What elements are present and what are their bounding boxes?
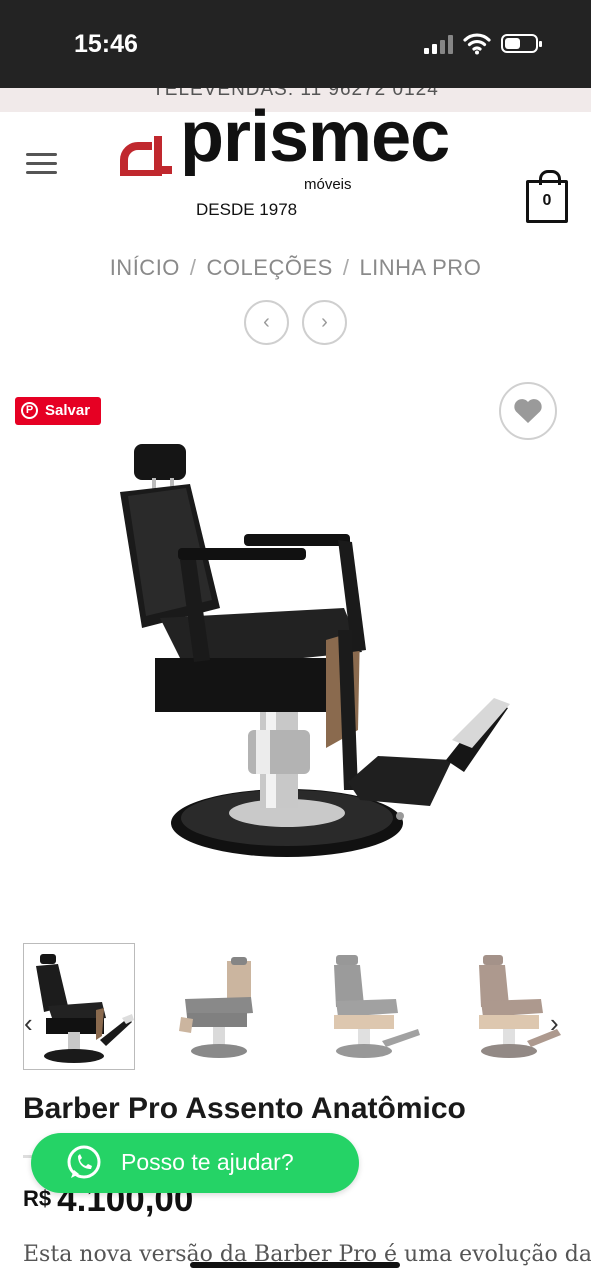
cellular-signal-icon	[424, 34, 454, 54]
cart-count: 0	[542, 192, 552, 209]
logo-since: DESDE 1978	[196, 200, 298, 219]
thumbnail-wood-gray[interactable]	[312, 943, 424, 1070]
chevron-left-icon: ‹	[263, 311, 270, 333]
whatsapp-label: Posso te ajudar?	[121, 1149, 294, 1175]
chevron-right-icon: ›	[321, 311, 328, 333]
breadcrumb-separator: /	[189, 255, 197, 280]
logo-mark-icon	[120, 136, 172, 176]
pinterest-label: Salvar	[45, 402, 91, 419]
logo[interactable]: prismec móveis DESDE 1978	[118, 97, 478, 230]
thumbnail-wood-brown[interactable]	[457, 943, 569, 1070]
breadcrumb: INÍCIO / COLEÇÕES / LINHA PRO	[0, 255, 591, 281]
prev-product-button[interactable]: ‹	[244, 300, 289, 345]
whatsapp-help-button[interactable]: Posso te ajudar?	[31, 1133, 359, 1193]
thumbnail-black[interactable]	[23, 943, 135, 1070]
next-product-button[interactable]: ›	[302, 300, 347, 345]
hamburger-icon[interactable]	[26, 153, 57, 175]
cart-button[interactable]: 0	[526, 170, 568, 223]
thumbnail-carousel: ‹ ›	[0, 940, 591, 1074]
thumbnail-wood-black[interactable]	[167, 943, 279, 1070]
product-title: Barber Pro Assento Anatômico	[23, 1092, 466, 1125]
logo-tagline: móveis	[304, 176, 352, 193]
breadcrumb-home[interactable]: INÍCIO	[110, 255, 180, 280]
thumb-next-icon[interactable]: ›	[550, 1008, 559, 1039]
status-time: 15:46	[74, 30, 138, 58]
home-indicator[interactable]	[190, 1262, 400, 1268]
breadcrumb-collections[interactable]: COLEÇÕES	[207, 255, 333, 280]
breadcrumb-linha-pro[interactable]: LINHA PRO	[359, 255, 481, 280]
pinterest-save-button[interactable]: P Salvar	[15, 397, 101, 425]
whatsapp-icon	[67, 1145, 101, 1179]
logo-wordmark: prismec	[180, 97, 450, 177]
breadcrumb-separator: /	[342, 255, 350, 280]
battery-icon	[501, 34, 542, 53]
status-bar: 15:46	[0, 0, 591, 88]
pinterest-icon: P	[21, 402, 38, 419]
wifi-icon	[463, 33, 491, 55]
product-main-image[interactable]	[100, 430, 520, 870]
